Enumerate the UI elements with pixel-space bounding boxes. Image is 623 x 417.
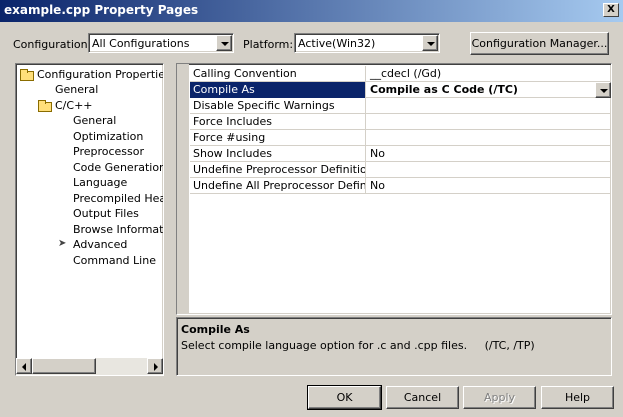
property-row-undefine-preprocessor[interactable]: Undefine Preprocessor Definitions [190, 162, 611, 178]
tree-item-precompiled-headers[interactable]: Precompiled Heade [73, 191, 163, 206]
property-value[interactable]: No [367, 178, 611, 194]
property-name: Undefine All Preprocessor Definitions [190, 178, 366, 194]
property-row-compile-as[interactable]: Compile As Compile as C Code (/TC) [190, 82, 611, 98]
property-name: Show Includes [190, 146, 366, 162]
tree-item-label: Preprocessor [73, 145, 145, 158]
property-value[interactable] [367, 114, 611, 130]
property-value[interactable]: No [367, 146, 611, 162]
cancel-button[interactable]: Cancel [386, 386, 459, 409]
tree-item-label: Precompiled Heade [73, 192, 163, 205]
configuration-label: Configuration: [13, 38, 92, 51]
grid-gutter [177, 64, 189, 314]
compile-as-dropdown-button[interactable] [595, 82, 611, 98]
help-label: Help [564, 391, 591, 404]
chevron-left-icon [22, 363, 26, 371]
tree-item-configuration-properties[interactable]: Configuration Properties [37, 67, 164, 82]
tree-item-label: General [73, 114, 117, 127]
tree-item-preprocessor[interactable]: Preprocessor [73, 144, 144, 159]
tree-item-label: Language [73, 176, 128, 189]
help-button[interactable]: Help [541, 386, 614, 409]
property-value[interactable] [367, 98, 611, 114]
scroll-thumb[interactable] [32, 358, 96, 374]
configuration-value: All Configurations [92, 37, 190, 50]
tree-item-output-files[interactable]: Output Files [73, 206, 139, 221]
window-title: example.cpp Property Pages [4, 3, 199, 17]
ok-label: OK [336, 391, 353, 404]
tree-item-general[interactable]: General [55, 82, 98, 97]
tree-item-label: Advanced [73, 238, 128, 251]
platform-select[interactable]: Active(Win32) [294, 33, 440, 53]
property-name: Calling Convention [190, 66, 366, 82]
property-row-force-includes[interactable]: Force Includes [190, 114, 611, 130]
tree-item-c-cpp[interactable]: C/C++ [55, 98, 93, 113]
tree-item-optimization[interactable]: Optimization [73, 129, 143, 144]
category-tree[interactable]: Configuration Properties General C/C++ G… [15, 63, 164, 376]
chevron-right-icon [154, 363, 158, 371]
platform-label: Platform: [243, 38, 294, 51]
tree-item-command-line[interactable]: Command Line [73, 253, 156, 268]
tree-item-language[interactable]: Language [73, 175, 127, 190]
tree-item-code-generation[interactable]: Code Generation [73, 160, 164, 175]
tree-item-advanced[interactable]: Advanced [73, 237, 127, 252]
property-value[interactable] [367, 130, 611, 146]
property-value[interactable] [367, 162, 611, 178]
folder-open-icon [20, 69, 34, 81]
property-name: Force #using [190, 130, 366, 146]
close-icon: X [607, 4, 615, 15]
tree-item-label: General [55, 83, 99, 96]
pointer-arrow-icon: ➤ [58, 238, 67, 249]
property-row-show-includes[interactable]: Show Includes No [190, 146, 611, 162]
tree-item-label: Configuration Properties [37, 68, 164, 81]
tree-item-label: Command Line [73, 254, 156, 267]
property-pages-dialog: example.cpp Property Pages X Configurati… [0, 0, 623, 417]
chevron-down-icon [600, 89, 608, 93]
configuration-dropdown-button[interactable] [216, 35, 232, 51]
property-value[interactable]: __cdecl (/Gd) [367, 66, 611, 82]
property-description-panel: Compile As Select compile language optio… [176, 317, 612, 376]
platform-dropdown-button[interactable] [422, 35, 438, 51]
configuration-select[interactable]: All Configurations [88, 33, 234, 53]
tree-item-label: Browse Informatior [73, 223, 164, 236]
configuration-manager-label: Configuration Manager... [471, 37, 608, 50]
property-row-calling-convention[interactable]: Calling Convention __cdecl (/Gd) [190, 66, 611, 82]
cancel-label: Cancel [403, 391, 442, 404]
property-row-disable-warnings[interactable]: Disable Specific Warnings [190, 98, 611, 114]
property-row-force-using[interactable]: Force #using [190, 130, 611, 146]
tree-item-label: Code Generation [73, 161, 164, 174]
property-name: Force Includes [190, 114, 366, 130]
folder-open-icon [38, 100, 52, 112]
scroll-left-button[interactable] [16, 358, 32, 374]
description-text: Select compile language option for .c an… [181, 339, 535, 352]
tree-item-cpp-general[interactable]: General [73, 113, 116, 128]
apply-label: Apply [483, 391, 516, 404]
tree-horizontal-scrollbar[interactable] [16, 358, 163, 375]
property-grid[interactable]: Calling Convention __cdecl (/Gd) Compile… [176, 63, 612, 315]
property-value[interactable]: Compile as C Code (/TC) [367, 82, 611, 98]
tree-item-label: C/C++ [55, 99, 93, 112]
chevron-down-icon [427, 42, 435, 46]
property-name: Disable Specific Warnings [190, 98, 366, 114]
title-bar[interactable]: example.cpp Property Pages X [0, 0, 623, 22]
ok-button[interactable]: OK [307, 385, 382, 410]
chevron-down-icon [221, 42, 229, 46]
description-title: Compile As [181, 323, 250, 336]
apply-button[interactable]: Apply [463, 386, 536, 409]
property-row-undefine-all-preprocessor[interactable]: Undefine All Preprocessor Definitions No [190, 178, 611, 194]
platform-value: Active(Win32) [298, 37, 376, 50]
close-button[interactable]: X [603, 3, 619, 17]
configuration-manager-button[interactable]: Configuration Manager... [470, 32, 609, 55]
tree-item-label: Output Files [73, 207, 139, 220]
tree-item-browse-information[interactable]: Browse Informatior [73, 222, 164, 237]
tree-item-label: Optimization [73, 130, 144, 143]
property-name: Undefine Preprocessor Definitions [190, 162, 366, 178]
scroll-right-button[interactable] [147, 358, 163, 374]
property-name: Compile As [190, 82, 366, 98]
